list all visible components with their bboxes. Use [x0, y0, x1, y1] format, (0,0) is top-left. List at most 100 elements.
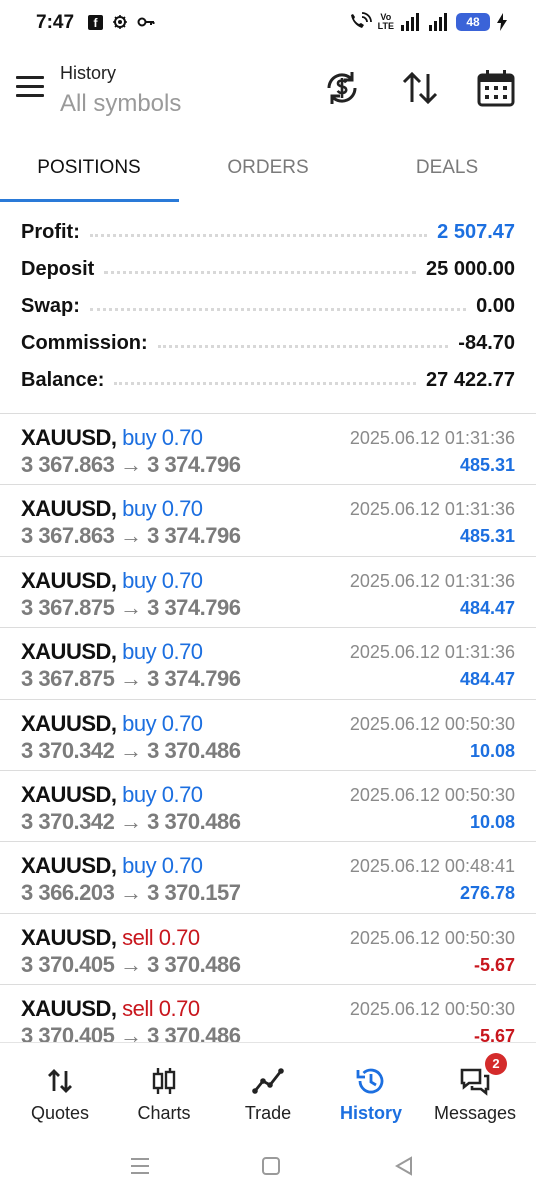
position-prices: 3 370.342 → 3 370.486 — [21, 808, 241, 834]
position-symbol: XAUUSD, — [21, 996, 117, 1022]
tab-deals[interactable]: DEALS — [358, 134, 536, 202]
nav-label: Charts — [137, 1103, 191, 1123]
position-symbol: XAUUSD, — [21, 496, 117, 522]
summary-panel: Profit: 2 507.47 Deposit 25 000.00 Swap:… — [0, 214, 536, 399]
position-time: 2025.06.12 01:31:36 — [349, 428, 515, 448]
home-icon[interactable] — [259, 1154, 283, 1178]
position-profit: 485.31 — [459, 526, 515, 547]
position-time: 2025.06.12 00:50:30 — [349, 784, 515, 805]
active-tab-indicator — [0, 199, 179, 202]
position-prices: 3 370.405 → 3 370.486 — [21, 951, 241, 977]
position-prices: 3 367.863 → 3 374.796 — [21, 452, 241, 477]
position-time: 2025.06.12 00:50:30 — [349, 927, 515, 948]
signal-icon — [429, 13, 447, 31]
symbol-filter[interactable]: All symbols — [60, 90, 181, 118]
summary-label: Profit: — [21, 221, 80, 243]
position-side: buy 0.70 — [122, 710, 203, 736]
signal-icon — [401, 13, 419, 31]
position-time: 2025.06.12 00:50:30 — [349, 999, 515, 1020]
unread-badge: 2 — [485, 1053, 507, 1075]
settings-cog-icon — [113, 15, 127, 29]
position-profit: 485.31 — [459, 455, 515, 475]
position-row[interactable]: XAUUSD, buy 0.70 3 367.863 → 3 374.796 2… — [0, 485, 536, 557]
position-row[interactable]: XAUUSD, sell 0.70 3 370.405 → 3 370.486 … — [0, 985, 536, 1042]
summary-value: 27 422.77 — [426, 369, 515, 391]
quotes-arrows-icon — [48, 1069, 72, 1093]
dotted-leader — [89, 234, 428, 237]
position-row[interactable]: XAUUSD, buy 0.70 3 367.863 → 3 374.796 2… — [0, 414, 536, 486]
menu-icon[interactable] — [16, 76, 44, 98]
candlestick-icon — [152, 1068, 176, 1094]
nav-label: Trade — [244, 1103, 292, 1123]
app-header: History All symbols — [0, 48, 536, 134]
nav-history[interactable]: History — [321, 1043, 421, 1139]
position-prices: 3 367.875 → 3 374.796 — [21, 666, 241, 692]
wifi-calling-icon — [350, 12, 372, 28]
position-profit: 484.47 — [459, 597, 515, 618]
position-profit: -5.67 — [473, 1026, 515, 1042]
nav-quotes[interactable]: Quotes — [10, 1043, 110, 1139]
position-side: sell 0.70 — [122, 924, 200, 950]
currency-swap-icon[interactable] — [322, 68, 362, 108]
summary-value: 0.00 — [476, 295, 515, 317]
position-row[interactable]: XAUUSD, buy 0.70 3 366.203 → 3 370.157 2… — [0, 842, 536, 914]
position-prices: 3 367.863 → 3 374.796 — [21, 523, 241, 549]
nav-label: History — [339, 1103, 402, 1123]
position-profit: 276.78 — [459, 883, 515, 904]
back-icon[interactable] — [392, 1154, 416, 1178]
position-side: buy 0.70 — [122, 853, 203, 879]
position-symbol: XAUUSD, — [21, 781, 117, 807]
dotted-leader — [157, 345, 449, 348]
position-symbol: XAUUSD, — [21, 853, 117, 879]
position-symbol: XAUUSD, — [21, 924, 117, 950]
dotted-leader — [89, 308, 467, 311]
position-profit: 10.08 — [469, 811, 515, 832]
summary-row-deposit: Deposit 25 000.00 — [0, 251, 536, 288]
position-row[interactable]: XAUUSD, buy 0.70 3 367.875 → 3 374.796 2… — [0, 628, 536, 700]
position-time: 2025.06.12 01:31:36 — [349, 642, 515, 663]
summary-row-balance: Balance: 27 422.77 — [0, 362, 536, 399]
position-prices: 3 366.203 → 3 370.157 — [21, 880, 241, 906]
summary-label: Deposit — [21, 258, 95, 280]
position-symbol: XAUUSD, — [21, 639, 117, 665]
trade-line-icon — [252, 1068, 284, 1094]
position-profit: 10.08 — [469, 740, 515, 761]
position-time: 2025.06.12 01:31:36 — [349, 499, 515, 520]
volte-icon: Vo LTE — [377, 12, 394, 31]
system-navigation-bar — [0, 1138, 536, 1199]
position-prices: 3 370.405 → 3 370.486 — [21, 1023, 241, 1042]
nav-label: Quotes — [30, 1103, 90, 1123]
position-profit: 484.47 — [459, 669, 515, 690]
history-clock-icon — [356, 1068, 384, 1094]
summary-value: 25 000.00 — [426, 258, 515, 280]
status-time: 7:47 — [36, 12, 75, 33]
calendar-icon[interactable] — [476, 68, 516, 108]
position-row[interactable]: XAUUSD, buy 0.70 3 370.342 → 3 370.486 2… — [0, 771, 536, 843]
sort-icon[interactable] — [400, 68, 440, 108]
recent-apps-icon[interactable] — [128, 1154, 152, 1178]
nav-trade[interactable]: Trade — [218, 1043, 318, 1139]
status-bar: 7:47 f Vo LTE 48 — [0, 0, 536, 48]
position-side: buy 0.70 — [122, 781, 203, 807]
summary-label: Swap: — [21, 295, 80, 317]
tab-positions[interactable]: POSITIONS — [0, 134, 178, 202]
nav-messages[interactable]: 2 Messages — [424, 1043, 526, 1139]
position-side: buy 0.70 — [122, 567, 203, 593]
dotted-leader — [104, 271, 417, 274]
position-symbol: XAUUSD, — [21, 425, 117, 450]
positions-list[interactable]: XAUUSD, buy 0.70 3 367.863 → 3 374.796 2… — [0, 414, 536, 1042]
summary-value: -84.70 — [458, 332, 515, 354]
position-symbol: XAUUSD, — [21, 567, 117, 593]
position-row[interactable]: XAUUSD, buy 0.70 3 370.342 → 3 370.486 2… — [0, 700, 536, 771]
position-time: 2025.06.12 00:50:30 — [349, 713, 515, 734]
nav-charts[interactable]: Charts — [114, 1043, 214, 1139]
bottom-navigation: Quotes Charts Trade History 2 Messages — [0, 1042, 536, 1138]
nav-label: Messages — [433, 1103, 517, 1123]
position-prices: 3 370.342 → 3 370.486 — [21, 737, 241, 763]
summary-row-swap: Swap: 0.00 — [0, 288, 536, 325]
position-row[interactable]: XAUUSD, buy 0.70 3 367.875 → 3 374.796 2… — [0, 557, 536, 629]
position-row[interactable]: XAUUSD, sell 0.70 3 370.405 → 3 370.486 … — [0, 914, 536, 986]
summary-label: Balance: — [21, 369, 105, 391]
tab-orders[interactable]: ORDERS — [179, 134, 357, 202]
summary-value: 2 507.47 — [437, 221, 515, 243]
